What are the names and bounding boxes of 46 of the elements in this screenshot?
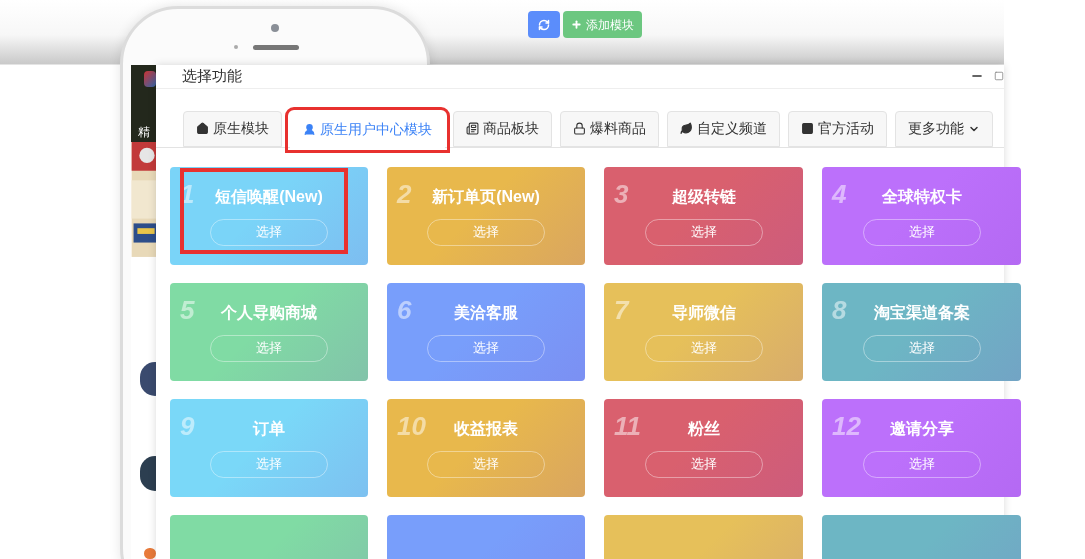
plus-icon	[571, 19, 582, 30]
maximize-icon[interactable]	[994, 71, 1004, 82]
dialog-title: 选择功能	[182, 66, 242, 86]
card-title: 美洽客服	[454, 302, 518, 323]
speaker-icon	[253, 45, 299, 50]
tab[interactable]: 爆料商品	[560, 110, 659, 147]
card-title: 粉丝	[687, 418, 720, 439]
card-number: 11	[614, 409, 641, 443]
card-title: 短信唤醒(New)	[215, 186, 323, 207]
card-number: 2	[397, 177, 412, 211]
card-title: 全球特权卡	[881, 186, 962, 207]
tab[interactable]: 官方活动	[788, 110, 887, 147]
card-title: 订单	[253, 418, 285, 439]
tab[interactable]: 更多功能	[895, 110, 993, 147]
tab[interactable]: 自定义频道	[667, 110, 780, 147]
card-number: 10	[397, 409, 426, 443]
card-title: 超级转链	[671, 186, 736, 207]
camera-icon	[271, 24, 279, 32]
refresh-icon	[538, 18, 550, 31]
card-number: 4	[832, 177, 847, 211]
card-number: 3	[614, 177, 629, 211]
leaf-icon	[680, 122, 693, 135]
tab[interactable]: 原生模块	[183, 110, 282, 147]
card-number: 8	[832, 293, 847, 327]
add-module-button[interactable]: 添加模块	[563, 11, 642, 38]
refresh-button[interactable]	[528, 11, 560, 38]
card-title: 邀请分享	[889, 418, 954, 439]
square-icon	[801, 122, 814, 135]
lock-icon	[573, 122, 586, 135]
list-icon	[466, 122, 479, 135]
card-title: 收益报表	[454, 418, 518, 439]
card-title: 导师微信	[671, 302, 736, 323]
card-title: 个人导购商城	[221, 302, 317, 323]
card-number: 12	[832, 409, 861, 443]
tab[interactable]: 商品板块	[453, 110, 552, 147]
user-icon	[303, 123, 316, 136]
screen-label: 精	[138, 126, 150, 139]
card-title: 淘宝渠道备案	[873, 302, 970, 323]
card-title: 新订单页(New)	[432, 186, 540, 207]
sensor-icon	[234, 45, 238, 49]
home-icon	[196, 122, 209, 135]
card-number: 5	[180, 293, 195, 327]
card-number: 9	[180, 409, 195, 443]
card-number: 7	[614, 293, 629, 327]
card-number: 6	[397, 293, 412, 327]
app-logo-icon	[144, 71, 156, 87]
